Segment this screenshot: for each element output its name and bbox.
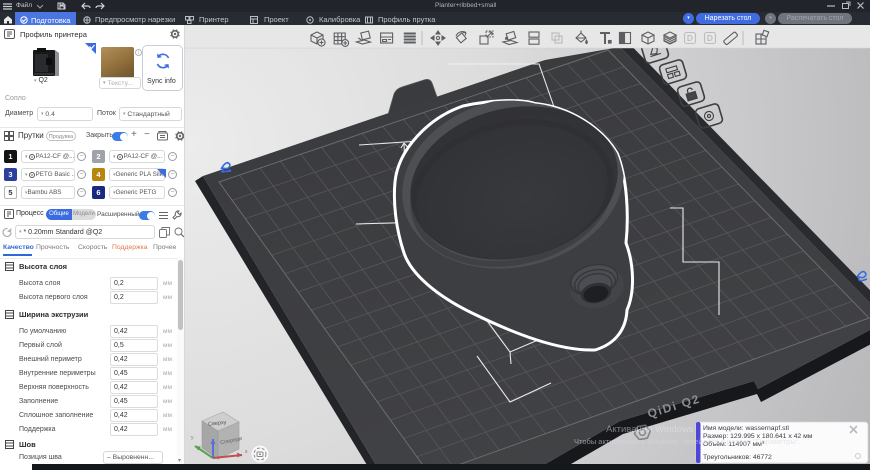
svg-text:Треугольников: 46772: Треугольников: 46772	[703, 454, 772, 461]
svg-text:Имя модели: wassernapf.stl: Имя модели: wassernapf.stl	[703, 425, 789, 432]
svg-text:Активация Windows: Активация Windows	[606, 424, 694, 435]
svg-text:Чтобы активировать Windows, пе: Чтобы активировать Windows, перейдите в …	[574, 437, 801, 446]
